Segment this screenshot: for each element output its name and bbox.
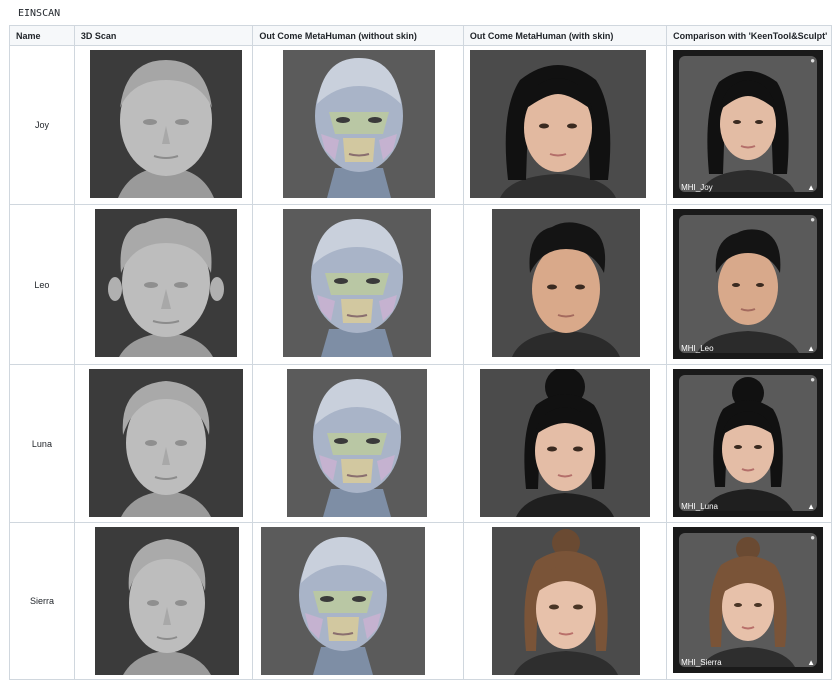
comparison-image: ● MHI_Luna ▲ [673,369,824,517]
table-row: Leo ● MHI_Leo ▲ [9,204,832,365]
warning-icon: ▲ [807,183,816,192]
row-name: Joy [9,45,75,205]
scan-image [94,527,239,675]
warning-icon: ▲ [807,658,816,667]
table-row: Sierra ● MHI_Sierra ▲ [9,522,832,680]
table-row: Joy ● MHI_Joy ▲ [9,45,832,205]
bust-icon: ● [810,56,816,65]
metahuman-skin-image [479,369,650,517]
scan-image [89,50,242,198]
row-name: Luna [9,364,75,523]
row-name: Leo [9,204,75,365]
comparison-caption: MHI_Luna [681,502,719,511]
comparison-caption: MHI_Joy [681,183,713,192]
column-header-without-skin: Out Come MetaHuman (without skin) [252,25,464,46]
column-header-name: Name [9,25,75,46]
column-header-with-skin: Out Come MetaHuman (with skin) [462,25,668,46]
table-row: Luna ● MHI_Luna ▲ [9,364,832,523]
comparison-image: ● MHI_Sierra ▲ [673,527,824,673]
comparison-caption: MHI_Leo [681,344,714,353]
column-header-3d-scan: 3D Scan [73,25,254,46]
bust-icon: ● [810,215,816,224]
row-name: Sierra [9,522,75,680]
scan-image [94,209,237,357]
column-header-comparison: Comparison with 'KeenTool&Sculpt' [666,25,832,46]
bust-icon: ● [810,375,816,384]
metahuman-mesh-image [283,50,436,198]
results-table: Name 3D Scan Out Come MetaHuman (without… [9,25,832,680]
page-title: EINSCAN [18,8,61,19]
metahuman-mesh-image [287,369,428,517]
comparison-caption: MHI_Sierra [681,658,722,667]
metahuman-skin-image [491,527,640,675]
metahuman-mesh-image [261,527,426,675]
comparison-image: ● MHI_Joy ▲ [673,50,824,198]
bust-icon: ● [810,533,816,542]
comparison-image: ● MHI_Leo ▲ [673,209,824,359]
metahuman-skin-image [491,209,640,357]
warning-icon: ▲ [807,502,816,511]
warning-icon: ▲ [807,344,816,353]
metahuman-skin-image [469,50,646,198]
metahuman-mesh-image [283,209,432,357]
scan-image [88,369,243,517]
